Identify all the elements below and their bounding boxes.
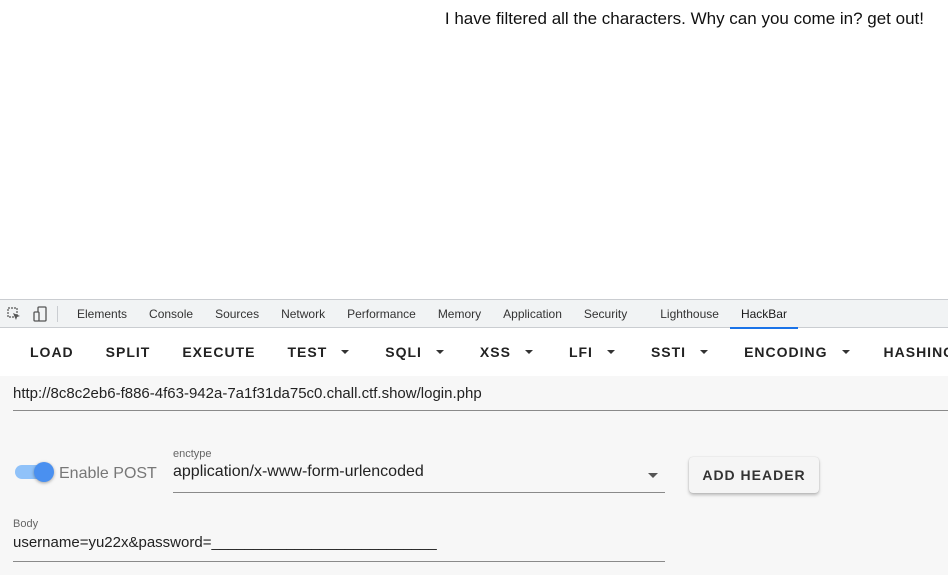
inspect-element-icon[interactable] [6, 306, 22, 322]
tab-performance[interactable]: Performance [336, 300, 427, 328]
test-menu-label: TEST [287, 344, 328, 360]
execute-button-label: EXECUTE [182, 344, 256, 360]
sqli-menu-button[interactable]: SQLI [369, 334, 460, 370]
toggle-knob [34, 462, 54, 482]
tab-security[interactable]: Security [573, 300, 649, 328]
url-input[interactable]: http://8c8c2eb6-f886-4f63-942a-7a1f31da7… [13, 377, 948, 411]
devtools-panel: Elements Console Sources Network Perform… [0, 299, 948, 575]
caret-down-icon [606, 350, 615, 354]
load-button-label: LOAD [30, 344, 74, 360]
xss-menu-button[interactable]: XSS [460, 334, 549, 370]
devtools-tabbar: Elements Console Sources Network Perform… [0, 300, 948, 329]
caret-down-icon [700, 350, 709, 354]
tab-hackbar[interactable]: HackBar [729, 300, 798, 329]
encoding-menu-button[interactable]: ENCODING [724, 334, 865, 370]
ssti-menu-button[interactable]: SSTI [631, 334, 724, 370]
enctype-label: enctype [173, 448, 212, 460]
encoding-menu-label: ENCODING [744, 344, 828, 360]
hashing-menu-button[interactable]: HASHING [866, 334, 948, 370]
device-toolbar-icon[interactable] [32, 305, 48, 322]
add-header-label: ADD HEADER [702, 467, 806, 483]
body-label: Body [13, 518, 39, 530]
load-button[interactable]: LOAD [14, 334, 90, 370]
hashing-menu-label: HASHING [883, 344, 948, 360]
split-button[interactable]: SPLIT [90, 334, 167, 370]
enable-post-toggle[interactable] [15, 462, 54, 482]
tabbar-divider [57, 305, 58, 322]
enable-post-label: Enable POST [59, 465, 157, 482]
tab-network[interactable]: Network [270, 300, 336, 328]
enctype-value: application/x-www-form-urlencoded [173, 463, 424, 480]
body-input[interactable]: username=yu22x&password=________________… [13, 534, 665, 562]
page-message: I have filtered all the characters. Why … [444, 9, 924, 28]
add-header-button[interactable]: ADD HEADER [689, 457, 819, 493]
caret-down-icon [435, 350, 444, 354]
tab-application[interactable]: Application [492, 300, 573, 328]
ssti-menu-label: SSTI [650, 344, 687, 360]
chevron-down-icon [648, 473, 658, 478]
sqli-menu-label: SQLI [385, 344, 422, 360]
tab-sources[interactable]: Sources [204, 300, 270, 328]
caret-down-icon [841, 350, 850, 354]
test-menu-button[interactable]: TEST [271, 334, 365, 370]
xss-menu-label: XSS [479, 344, 511, 360]
tab-console[interactable]: Console [138, 300, 204, 328]
page-content: I have filtered all the characters. Why … [0, 0, 948, 299]
lfi-menu-label: LFI [568, 344, 593, 360]
enctype-select[interactable]: application/x-www-form-urlencoded [173, 463, 665, 493]
lfi-menu-button[interactable]: LFI [549, 334, 631, 370]
tab-elements[interactable]: Elements [66, 300, 138, 328]
hackbar-toolbar: LOAD SPLIT EXECUTE TEST SQLI XSS LFI SST… [0, 328, 948, 376]
execute-button[interactable]: EXECUTE [166, 334, 271, 370]
caret-down-icon [341, 350, 350, 354]
caret-down-icon [524, 350, 533, 354]
tab-memory[interactable]: Memory [427, 300, 492, 328]
split-button-label: SPLIT [105, 344, 151, 360]
tab-lighthouse[interactable]: Lighthouse [649, 300, 730, 328]
